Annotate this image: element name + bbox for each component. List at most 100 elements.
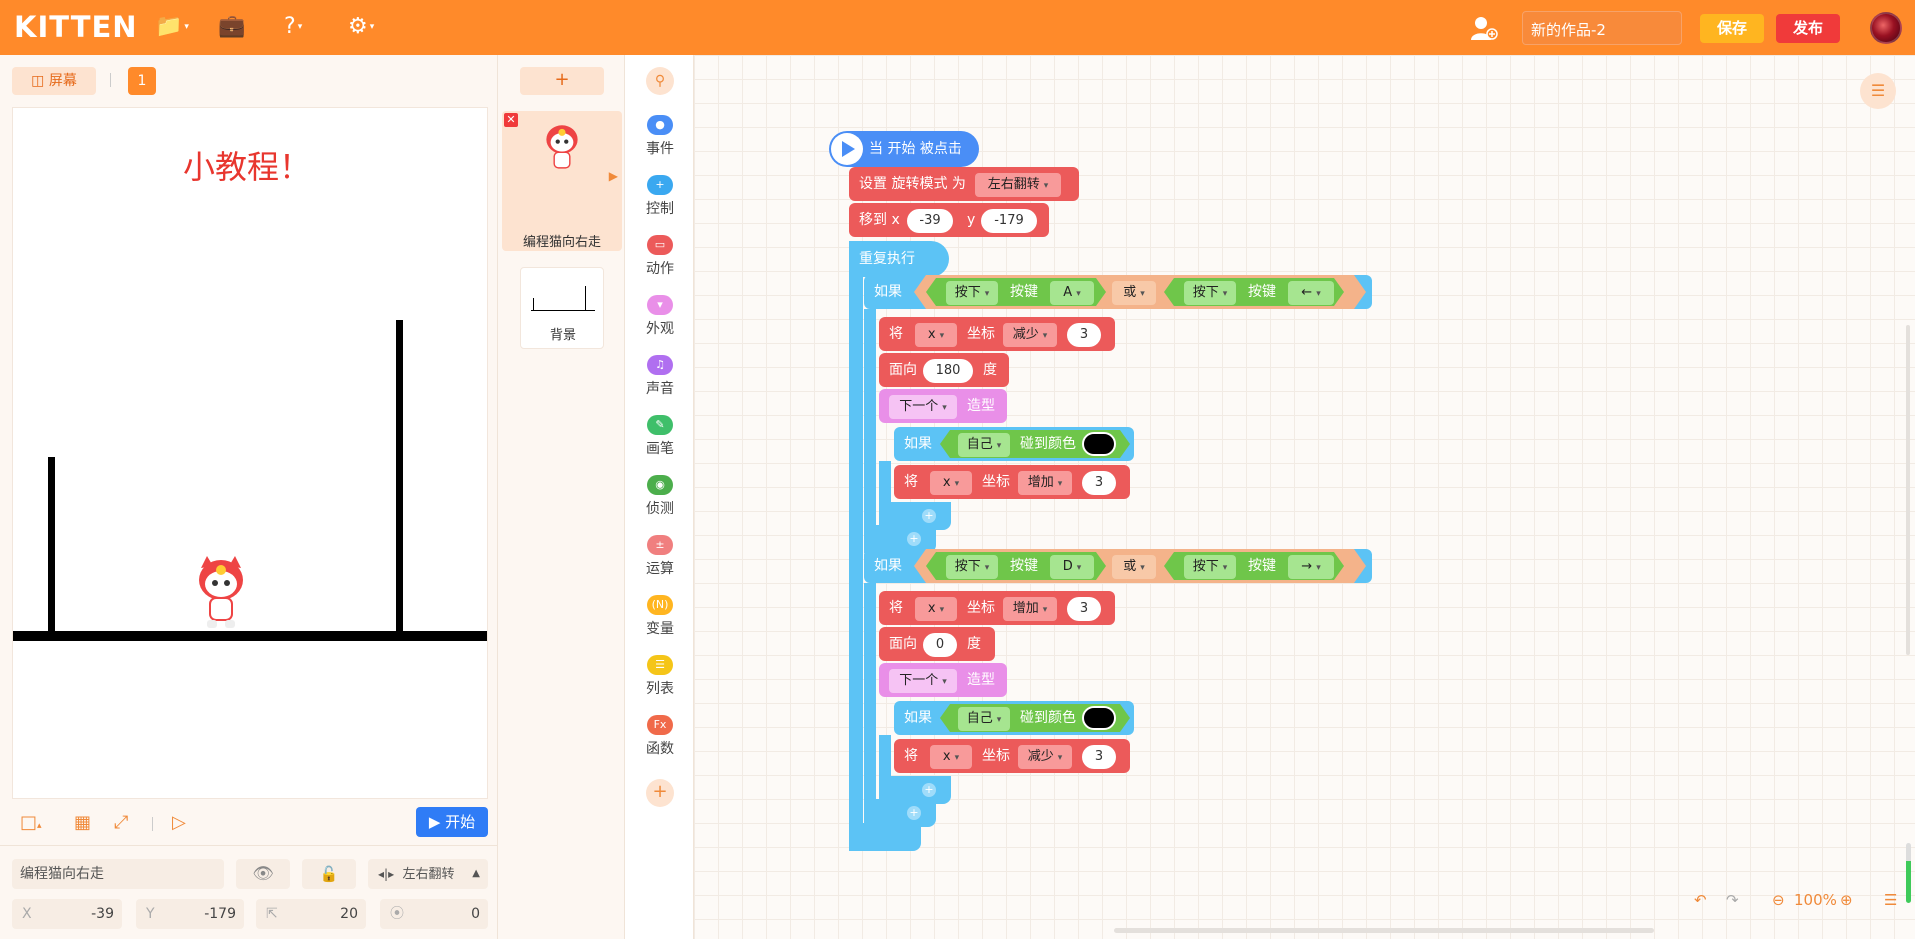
search-blocks-icon[interactable]: ⚲ — [646, 67, 674, 95]
start-button[interactable]: ▶ 开始 — [416, 807, 488, 837]
decrease-dropdown[interactable]: 减少 ▾ — [1003, 323, 1057, 347]
step-input[interactable]: 3 — [1067, 323, 1101, 347]
help-menu-icon[interactable]: ? ▾ — [284, 14, 302, 40]
key-left-dropdown[interactable]: ← ▾ — [1288, 281, 1334, 305]
align-blocks-icon[interactable]: ☰ — [1884, 891, 1897, 909]
rotation-mode-select[interactable]: ◂|▸ 左右翻转 ▲ — [368, 859, 488, 889]
if-touch-color-block[interactable]: 如果 自己 ▾ 碰到颜色 — [894, 701, 1134, 735]
next-costume-block[interactable]: 下一个 ▾ 造型 — [879, 663, 1007, 697]
increase-dropdown[interactable]: 增加 ▾ — [1003, 597, 1057, 621]
x-var-dropdown[interactable]: x ▾ — [930, 745, 972, 769]
move-x-input[interactable]: -39 — [907, 209, 953, 233]
direction-input[interactable]: 180 — [923, 359, 973, 383]
redo-icon[interactable]: ↷ — [1726, 891, 1739, 909]
fullscreen-icon[interactable]: ⤢ — [114, 813, 128, 833]
save-button[interactable]: 保存 — [1700, 14, 1764, 43]
device-orientation-icon[interactable]: □▴ — [20, 813, 42, 836]
zoom-in-icon[interactable]: ⊕ — [1840, 891, 1853, 909]
category-control[interactable]: + 控制 — [626, 175, 694, 218]
self-dropdown[interactable]: 自己 ▾ — [958, 433, 1010, 457]
press-dropdown[interactable]: 按下 ▾ — [1184, 281, 1236, 305]
decrease-dropdown[interactable]: 减少 ▾ — [1018, 745, 1072, 769]
if-touch-color-block[interactable]: 如果 自己 ▾ 碰到颜色 — [894, 427, 1134, 461]
horizontal-scrollbar[interactable] — [1114, 928, 1654, 933]
x-var-dropdown[interactable]: x ▾ — [915, 597, 957, 621]
category-motion[interactable]: ▭ 动作 — [626, 235, 694, 278]
category-functions[interactable]: Fx 函数 — [626, 715, 694, 758]
add-sprite-button[interactable]: + — [520, 67, 604, 95]
category-events[interactable]: ● 事件 — [626, 115, 694, 158]
sprite-name-input[interactable]: 编程猫向右走 — [12, 859, 224, 889]
face-direction-block[interactable]: 面向 180 度 — [879, 353, 1009, 387]
size-field[interactable]: ⇱ 20 — [256, 899, 366, 929]
stage-canvas[interactable]: 小教程！ — [12, 107, 488, 799]
move-y-input[interactable]: -179 — [981, 209, 1037, 233]
category-variables[interactable]: (N) 变量 — [626, 595, 694, 638]
grid-icon[interactable]: ▦ — [74, 813, 91, 833]
change-x-block[interactable]: 将 x ▾ 坐标 减少 ▾ 3 — [879, 317, 1115, 351]
next-costume-block[interactable]: 下一个 ▾ 造型 — [879, 389, 1007, 423]
press-dropdown[interactable]: 按下 ▾ — [946, 281, 998, 305]
key-a-dropdown[interactable]: A ▾ — [1050, 281, 1094, 305]
x-field[interactable]: X -39 — [12, 899, 122, 929]
backpack-icon[interactable]: 💼 — [218, 14, 245, 40]
when-start-clicked-block[interactable]: 当 开始 被点击 — [829, 131, 979, 167]
delete-sprite-icon[interactable]: ✕ — [504, 113, 518, 127]
category-sound[interactable]: ♫ 声音 — [626, 355, 694, 398]
next-dropdown[interactable]: 下一个 ▾ — [889, 395, 957, 419]
forever-block[interactable]: 重复执行 — [849, 241, 949, 277]
undo-icon[interactable]: ↶ — [1694, 891, 1707, 909]
set-rotation-mode-block[interactable]: 设置 旋转模式 为 左右翻转 ▾ — [849, 167, 1079, 201]
change-x-block[interactable]: 将 x ▾ 坐标 减少 ▾ 3 — [894, 739, 1130, 773]
if-block-left-key[interactable]: 如果 按下 ▾ 按键 A ▾ 或 ▾ 按下 ▾ 按键 ← ▾ — [864, 275, 1372, 309]
direction-field[interactable]: ⦿ 0 — [380, 899, 488, 929]
y-field[interactable]: Y -179 — [136, 899, 244, 929]
project-name-input[interactable]: 新的作品-2 — [1522, 11, 1682, 45]
press-dropdown[interactable]: 按下 ▾ — [1184, 555, 1236, 579]
file-menu-icon[interactable]: 📁 ▾ — [155, 14, 189, 40]
visibility-eye-icon[interactable]: 👁 — [236, 859, 290, 889]
x-var-dropdown[interactable]: x ▾ — [930, 471, 972, 495]
background-card[interactable]: 背景 — [520, 267, 604, 349]
preview-icon[interactable]: ▷ — [172, 813, 186, 833]
add-block-plus-icon[interactable]: + — [922, 509, 936, 523]
press-dropdown[interactable]: 按下 ▾ — [946, 555, 998, 579]
code-workspace[interactable]: ☰ + + + + 当 开始 被点击 设置 旋转模式 为 左右翻转 ▾ 移到 x … — [694, 55, 1915, 939]
cat-sprite[interactable] — [193, 554, 249, 630]
add-block-plus-icon[interactable]: + — [907, 806, 921, 820]
move-to-xy-block[interactable]: 移到 x -39 y -179 — [849, 203, 1049, 237]
or-dropdown[interactable]: 或 ▾ — [1112, 281, 1156, 305]
workspace-search-icon[interactable]: ☰ — [1860, 73, 1896, 109]
next-dropdown[interactable]: 下一个 ▾ — [889, 669, 957, 693]
add-collaborator-icon[interactable] — [1470, 15, 1498, 41]
increase-dropdown[interactable]: 增加 ▾ — [1018, 471, 1072, 495]
lock-icon[interactable]: 🔓 — [302, 859, 356, 889]
add-block-plus-icon[interactable]: + — [922, 783, 936, 797]
step-input[interactable]: 3 — [1082, 471, 1116, 495]
settings-menu-icon[interactable]: ⚙ ▾ — [348, 14, 374, 40]
self-dropdown[interactable]: 自己 ▾ — [958, 707, 1010, 731]
color-swatch-black[interactable] — [1082, 706, 1116, 730]
x-var-dropdown[interactable]: x ▾ — [915, 323, 957, 347]
add-extension-button[interactable]: + — [646, 779, 674, 807]
vertical-scrollbar[interactable] — [1906, 325, 1910, 655]
if-block-right-key[interactable]: 如果 按下 ▾ 按键 D ▾ 或 ▾ 按下 ▾ 按键 → ▾ — [864, 549, 1372, 583]
key-right-dropdown[interactable]: → ▾ — [1288, 555, 1334, 579]
change-x-block[interactable]: 将 x ▾ 坐标 增加 ▾ 3 — [879, 591, 1115, 625]
step-input[interactable]: 3 — [1082, 745, 1116, 769]
screen-page-number[interactable]: 1 — [128, 67, 156, 95]
category-operators[interactable]: ± 运算 — [626, 535, 694, 578]
face-direction-block[interactable]: 面向 0 度 — [879, 627, 995, 661]
change-x-block[interactable]: 将 x ▾ 坐标 增加 ▾ 3 — [894, 465, 1130, 499]
category-lists[interactable]: ☰ 列表 — [626, 655, 694, 698]
category-pen[interactable]: ✎ 画笔 — [626, 415, 694, 458]
add-block-plus-icon[interactable]: + — [907, 532, 921, 546]
category-looks[interactable]: ▾ 外观 — [626, 295, 694, 338]
user-avatar[interactable] — [1870, 12, 1902, 44]
sprite-card-cat[interactable]: ✕ ▶ 编程猫向右走 — [502, 111, 622, 251]
zoom-out-icon[interactable]: ⊖ — [1772, 891, 1785, 909]
direction-input[interactable]: 0 — [923, 633, 957, 657]
publish-button[interactable]: 发布 — [1776, 14, 1840, 43]
key-d-dropdown[interactable]: D ▾ — [1050, 555, 1094, 579]
rotation-mode-dropdown[interactable]: 左右翻转 ▾ — [975, 173, 1061, 197]
